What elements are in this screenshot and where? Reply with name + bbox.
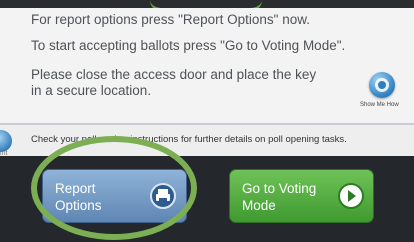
go-to-voting-mode-button[interactable]: Go to Voting Mode	[229, 169, 374, 223]
instruction-line-1: For report options press "Report Options…	[31, 12, 310, 27]
voting-machine-screen: For report options press "Report Options…	[0, 0, 414, 242]
instruction-line-3: Please close the access door and place t…	[31, 67, 317, 82]
info-bar: int Check your poll worker instructions …	[0, 125, 414, 157]
show-me-how-button[interactable]: Show Me How	[358, 72, 414, 120]
report-options-button[interactable]: Report Options	[42, 169, 187, 223]
show-me-how-label: Show Me How	[360, 102, 399, 108]
instruction-panel: For report options press "Report Options…	[0, 8, 414, 123]
info-text: Check your poll worker instructions for …	[31, 134, 347, 145]
print-icon[interactable]	[0, 130, 12, 152]
printer-icon	[150, 183, 176, 209]
instruction-line-2: To start accepting ballots press "Go to …	[31, 38, 346, 53]
show-me-how-icon	[369, 72, 395, 98]
arrow-right-icon	[338, 183, 364, 209]
instruction-line-4: in a secure location.	[31, 83, 152, 98]
